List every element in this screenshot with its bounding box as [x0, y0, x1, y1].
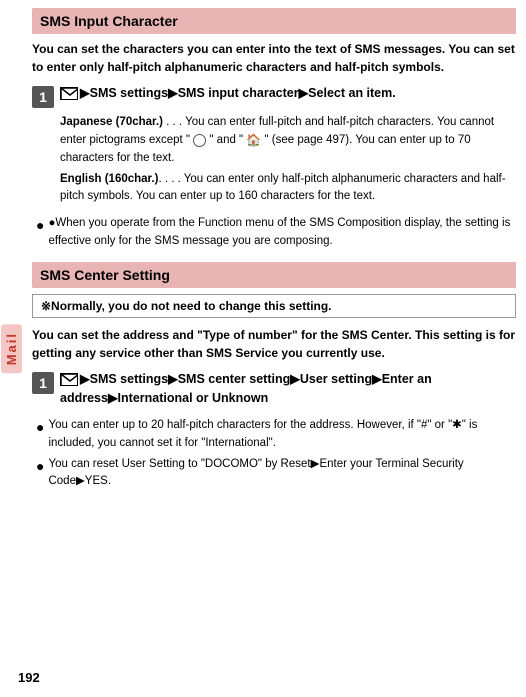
section1-bullet: ● ●When you operate from the Function me… — [32, 215, 516, 250]
page-number: 192 — [18, 670, 40, 685]
description-block: Japanese (70char.) . . . You can enter f… — [60, 114, 516, 209]
page-container: Mail SMS Input Character You can set the… — [0, 0, 526, 697]
section2-bullet2-text: You can reset User Setting to "DOCOMO" b… — [48, 456, 516, 491]
item-english-label: English (160char.) — [60, 173, 158, 185]
item-english: English (160char.). . . . You can enter … — [60, 171, 516, 206]
section2-header: SMS Center Setting — [32, 262, 516, 288]
section1-intro: You can set the characters you can enter… — [32, 40, 516, 76]
section2-bullet2: ● You can reset User Setting to "DOCOMO"… — [32, 456, 516, 491]
note-box: ※Normally, you do not need to change thi… — [32, 294, 516, 318]
section2-intro: You can set the address and "Type of num… — [32, 326, 516, 362]
mail-icon-inline2 — [60, 373, 78, 386]
step1-instruction: ▶SMS settings▶SMS input character▶Select… — [60, 84, 516, 103]
bullet-dot1: ● — [36, 215, 44, 250]
section1-header: SMS Input Character — [32, 8, 516, 34]
note-box-text: ※Normally, you do not need to change thi… — [41, 299, 332, 313]
circle-icon1 — [193, 134, 206, 147]
step2-instruction: ▶SMS settings▶SMS center setting▶User se… — [60, 370, 516, 408]
house-icon1: 🏠 — [246, 131, 261, 149]
bullet-dot2: ● — [36, 417, 44, 452]
section1-bullet-text: ●When you operate from the Function menu… — [48, 215, 516, 250]
mail-icon-inline — [60, 87, 78, 100]
side-tab: Mail — [0, 0, 22, 697]
step1-number: 1 — [32, 86, 54, 108]
side-tab-label: Mail — [1, 324, 22, 373]
step1-row: 1 ▶SMS settings▶SMS input character▶Sele… — [32, 84, 516, 108]
section2-bullets: ● You can enter up to 20 half-pitch char… — [32, 417, 516, 494]
step2-number: 1 — [32, 372, 54, 394]
step2-row: 1 ▶SMS settings▶SMS center setting▶User … — [32, 370, 516, 408]
section2-bullet1-text: You can enter up to 20 half-pitch charac… — [48, 417, 516, 452]
bullet-dot3: ● — [36, 456, 44, 491]
section2-bullet1: ● You can enter up to 20 half-pitch char… — [32, 417, 516, 452]
main-content: SMS Input Character You can set the char… — [22, 0, 526, 697]
item-japanese: Japanese (70char.) . . . You can enter f… — [60, 114, 516, 167]
item-japanese-label: Japanese (70char.) — [60, 116, 163, 128]
